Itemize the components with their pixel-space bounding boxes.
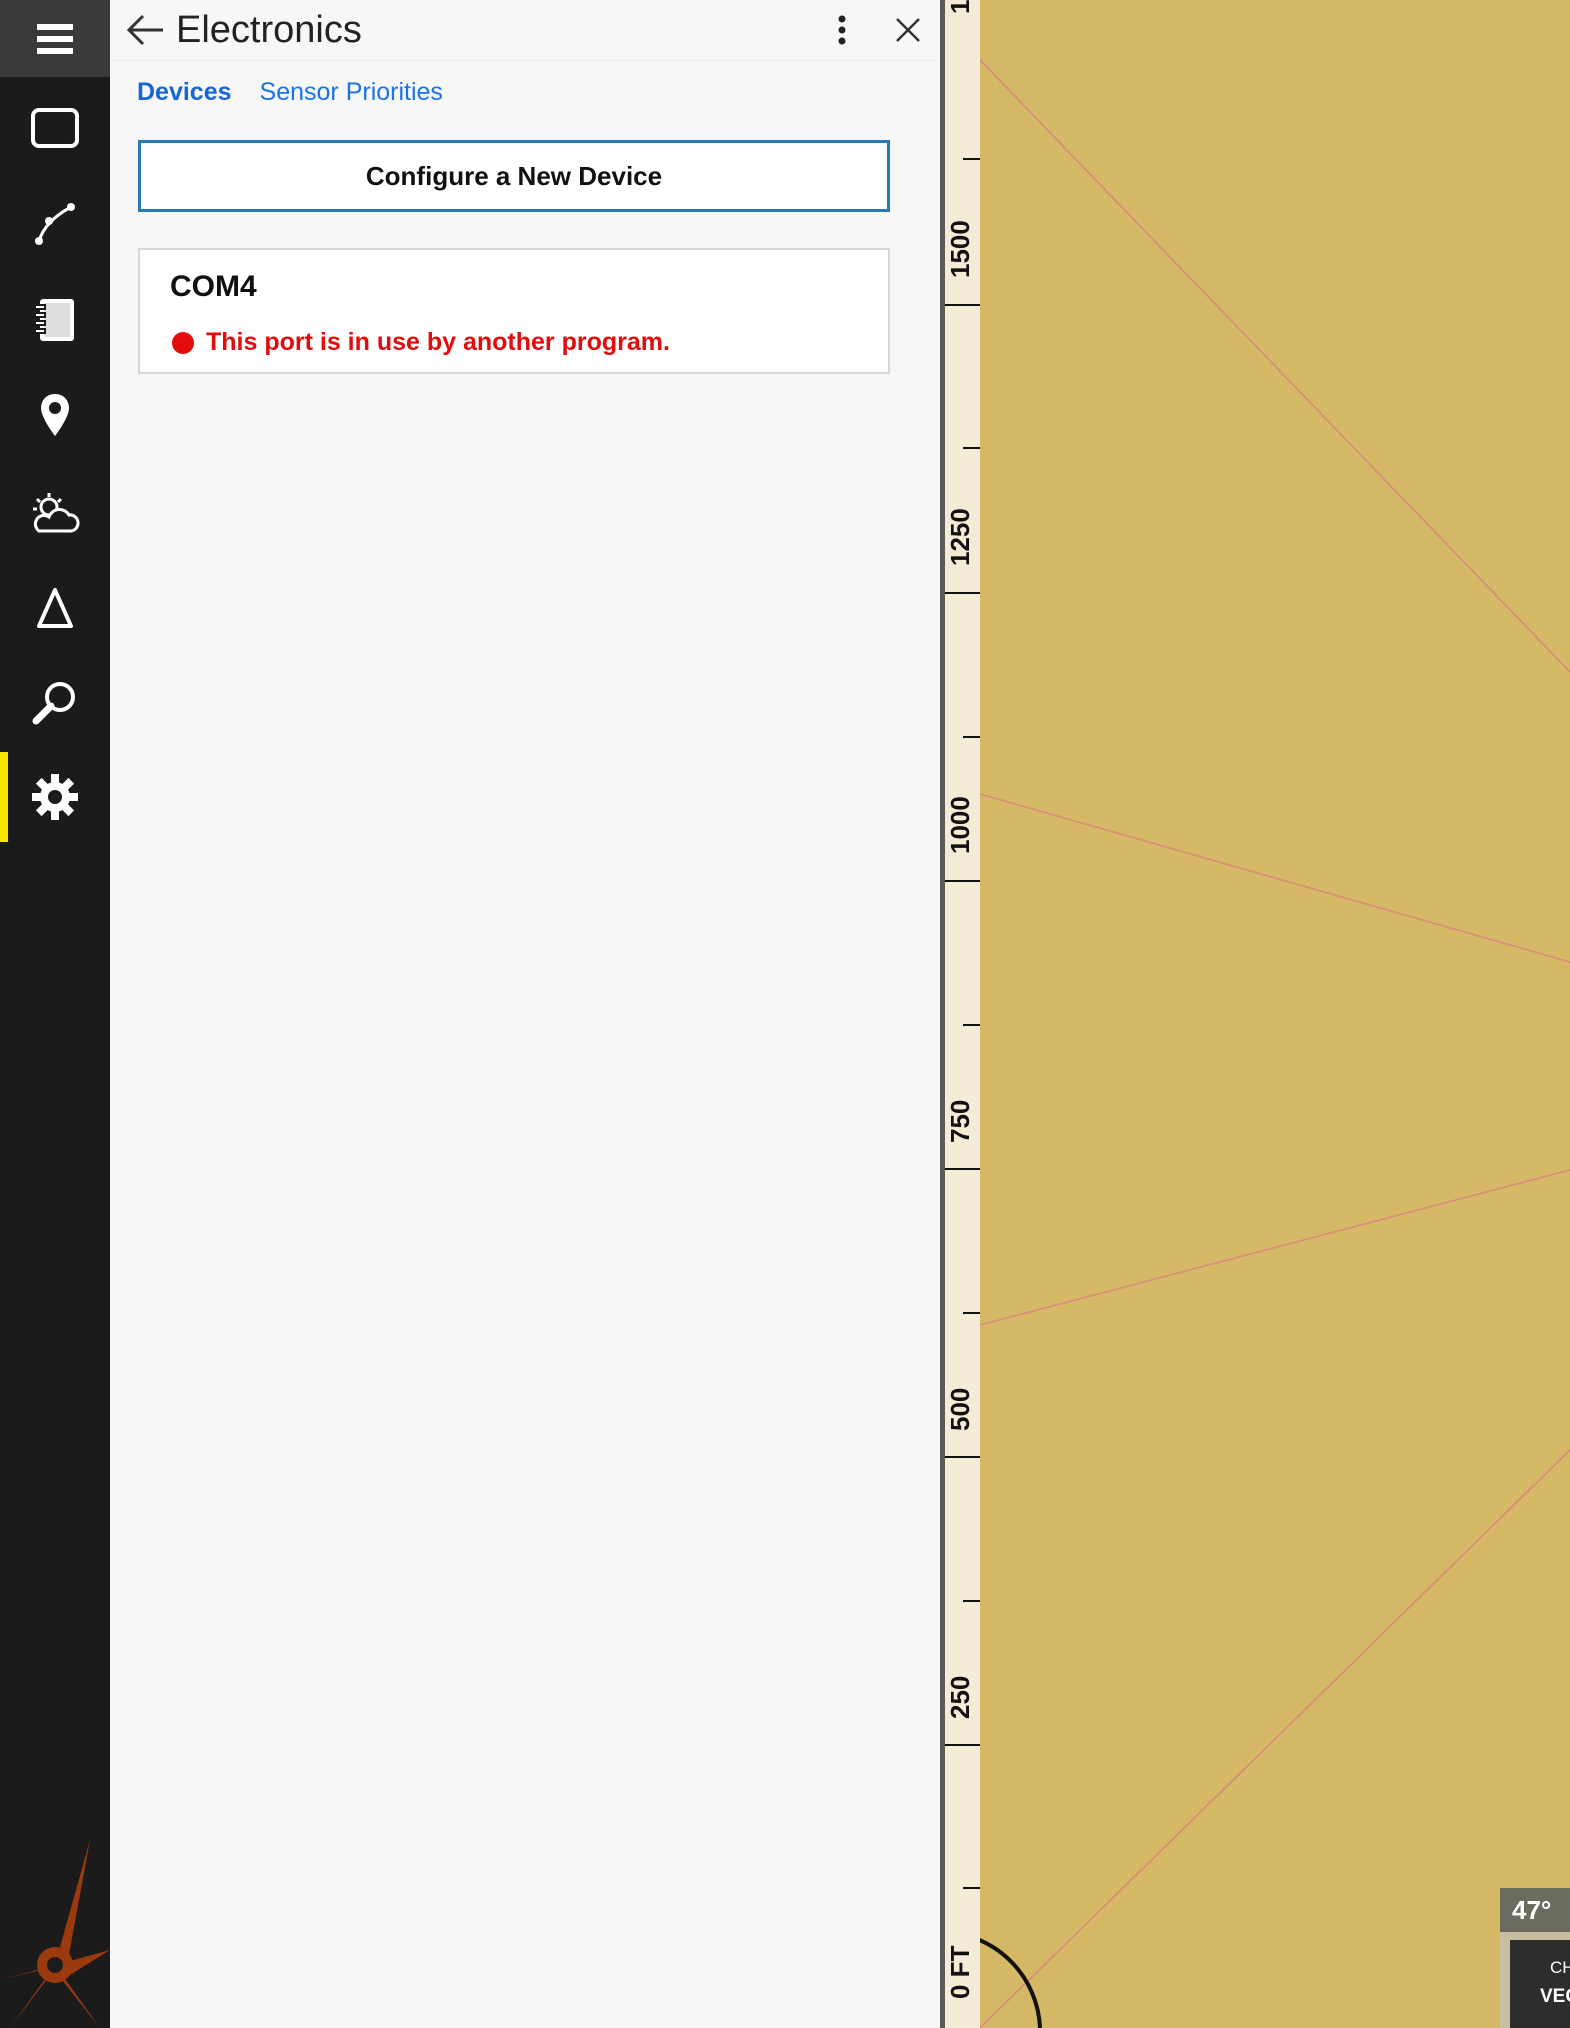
ruler-label: 1 [945,0,975,15]
close-icon [896,18,920,42]
gear-icon [32,774,78,820]
electronics-panel: Electronics Devices Sensor Priorities Co… [110,0,940,2028]
panel-tabs: Devices Sensor Priorities [137,74,443,110]
rail-item-tides[interactable] [0,563,110,653]
back-button[interactable] [120,6,170,54]
ruler-tick [963,1600,980,1602]
rail-item-charts[interactable] [0,83,110,173]
device-status: This port is in use by another program. [172,328,670,357]
ruler-label: 500 [945,1388,975,1432]
rail-item-routes[interactable] [0,178,110,268]
notebook-icon [34,299,74,341]
more-vertical-icon [838,15,846,45]
hamburger-menu-icon [37,23,73,54]
chart-type-value: VEC [1540,1986,1570,2007]
device-name: COM4 [170,270,257,303]
ruler-tick [963,1312,980,1314]
ruler-label: 250 [945,1676,975,1720]
ruler-label: 1250 [945,508,975,566]
device-status-text: This port is in use by another program. [206,328,670,356]
ruler-tick [945,304,980,306]
chart-type-button[interactable]: CH VEC [1500,1932,1570,2028]
configure-new-device-button[interactable]: Configure a New Device [138,140,890,212]
chart-map[interactable] [940,0,1570,2028]
temperature-readout: 47° [1500,1888,1570,1932]
chart-type-label: CH [1550,1958,1570,1977]
ruler-tick [963,1024,980,1026]
rail-item-search[interactable] [0,658,110,748]
ruler-label: 1500 [945,220,975,278]
ruler-tick [963,447,980,449]
ruler-tick [945,1744,980,1746]
panel-title: Electronics [176,9,362,51]
rail-item-logbook[interactable] [0,275,110,365]
ruler-tick [945,592,980,594]
close-button[interactable] [886,8,930,52]
more-options-button[interactable] [820,8,864,52]
tab-devices[interactable]: Devices [137,74,232,110]
navigation-rail [0,0,110,2028]
ruler-tick [945,1168,980,1170]
ruler-tick [963,736,980,738]
map-pin-icon [41,394,69,436]
scale-ruler: 1 1500 1250 1000 750 500 250 0 FT [945,0,980,2028]
compass-rose-logo [0,1830,110,2028]
arrow-left-icon [126,14,163,46]
chart-window-icon [31,108,79,148]
ruler-label: 750 [945,1100,975,1144]
ruler-tick [945,1456,980,1458]
route-icon [35,203,75,245]
error-status-icon [172,331,194,354]
panel-header: Electronics [110,0,940,61]
ruler-tick [963,1887,980,1889]
ruler-label: 0 FT [945,1946,975,2000]
tab-sensor-priorities[interactable]: Sensor Priorities [260,74,443,110]
device-card[interactable]: COM4 This port is in use by another prog… [138,248,890,374]
map-lines [940,59,1570,2028]
rail-item-settings[interactable] [0,752,110,842]
ruler-tick [963,158,980,160]
search-icon [32,682,75,725]
chart-type-inner: CH VEC [1510,1940,1570,2028]
ruler-tick [945,880,980,882]
weather-icon [33,493,80,533]
menu-button[interactable] [0,0,110,77]
ruler-label: 1000 [945,796,975,854]
tide-triangle-icon [37,588,73,628]
rail-item-weather[interactable] [0,469,110,559]
rail-item-waypoints[interactable] [0,370,110,460]
